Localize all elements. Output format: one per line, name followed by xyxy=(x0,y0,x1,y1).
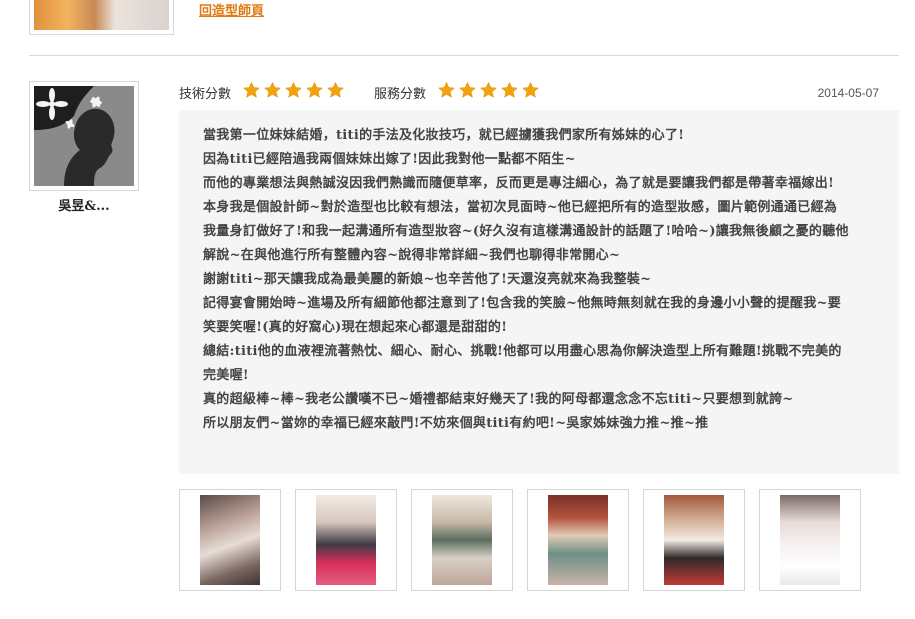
review-date: 2014-05-07 xyxy=(817,86,879,100)
back-to-stylist-page-link[interactable]: 回造型師頁 xyxy=(199,0,264,19)
review-photo[interactable] xyxy=(411,489,513,591)
review-text-line: 我量身訂做好了!和我一起溝通所有造型妝容~(好久沒有這樣溝通設計的話題了!哈哈~… xyxy=(203,224,849,239)
review-text-line: 當我第一位妹妹結婚，titi的手法及化妝技巧，就已經擄獲我們家所有姊妹的心了! xyxy=(203,128,685,143)
review-divider xyxy=(29,55,899,56)
star-icon xyxy=(285,81,302,98)
review-text: 當我第一位妹妹結婚，titi的手法及化妝技巧，就已經擄獲我們家所有姊妹的心了! 因… xyxy=(203,124,883,436)
review-text-line: 因為titi已經陪過我兩個妹妹出嫁了!因此我對他一點都不陌生~ xyxy=(203,152,576,167)
star-icon xyxy=(243,81,260,98)
review-text-line: 本身我是個設計師~對於造型也比較有想法，當初次見面時~他已經把所有的造型妝感，圖… xyxy=(203,200,838,215)
previous-review-photo[interactable] xyxy=(29,0,174,35)
review-photo[interactable] xyxy=(643,489,745,591)
review-photo-gallery xyxy=(179,489,861,591)
reviewer-name: 吳昱&... xyxy=(58,199,110,214)
review-text-line: 總結:titi他的血液裡流著熱忱、細心、耐心、挑戰!他都可以用盡心思為你解決造型… xyxy=(203,344,842,359)
review-text-line: 笑要笑喔!(真的好窩心)現在想起來心都還是甜甜的! xyxy=(203,320,508,335)
avatar-silhouette-icon xyxy=(34,86,134,186)
service-score-label: 服務分數 xyxy=(374,87,427,102)
star-icon xyxy=(306,81,323,98)
star-icon xyxy=(522,81,539,98)
review-text-line: 完美喔! xyxy=(203,368,249,383)
review-text-line: 所以朋友們~當妳的幸福已經來敲門!不妨來個與titi有約吧!~吳家姊妹強力推~推… xyxy=(203,416,709,431)
star-icon xyxy=(501,81,518,98)
star-icon xyxy=(327,81,344,98)
review-text-line: 而他的專業想法與熱誠沒因我們熟識而隨便草率，反而更是專注細心，為了就是要讓我們都… xyxy=(203,176,835,191)
review-photo[interactable] xyxy=(295,489,397,591)
technique-score-label: 技術分數 xyxy=(179,87,232,102)
service-stars xyxy=(437,81,540,99)
star-icon xyxy=(438,81,455,98)
review-text-line: 解說~在與他進行所有整體內容~說得非常詳細~我們也聊得非常開心~ xyxy=(203,248,621,263)
review-photo[interactable] xyxy=(527,489,629,591)
review-text-line: 謝謝titi~那天讓我成為最美麗的新娘~也辛苦他了!天還沒亮就來為我整裝~ xyxy=(203,272,652,287)
star-icon xyxy=(459,81,476,98)
star-icon xyxy=(264,81,281,98)
star-icon xyxy=(480,81,497,98)
technique-stars xyxy=(242,81,345,99)
review-photo[interactable] xyxy=(179,489,281,591)
review-text-line: 真的超級棒~棒~我老公讚嘆不已~婚禮都結束好幾天了!我的阿母都還念念不忘titi… xyxy=(203,392,794,407)
review-photo[interactable] xyxy=(759,489,861,591)
review-text-line: 記得宴會開始時~進場及所有細節他都注意到了!包含我的笑臉~他無時無刻就在我的身邊… xyxy=(203,296,842,311)
reviewer-avatar[interactable] xyxy=(29,81,139,191)
